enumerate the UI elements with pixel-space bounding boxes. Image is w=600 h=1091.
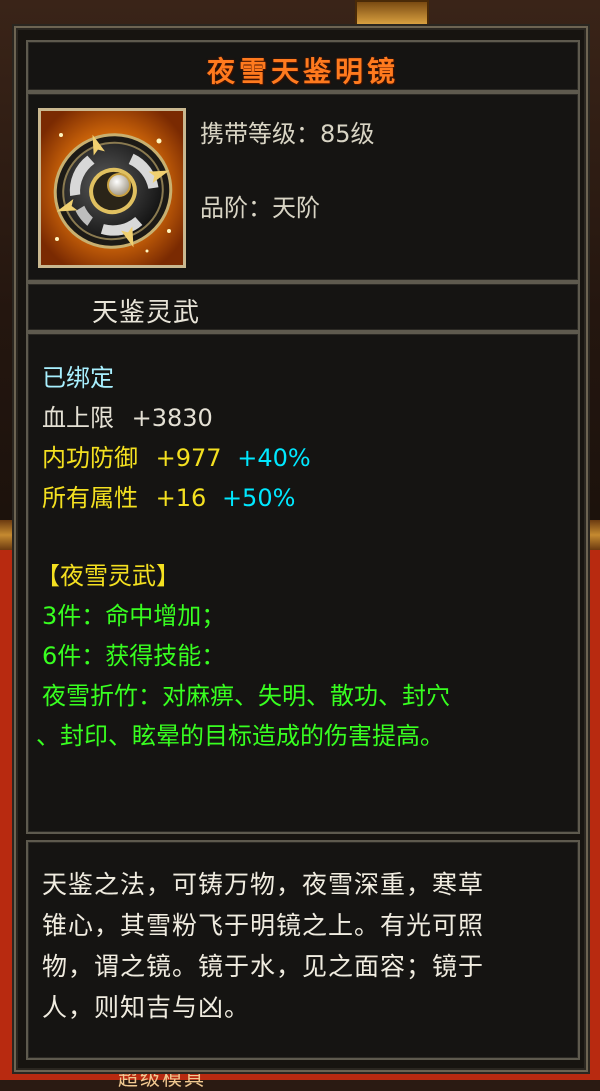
attr-hp: 血上限 +3830: [42, 398, 213, 433]
item-subtype-bar: 天鉴灵武: [26, 282, 580, 332]
set-name: 【夜雪灵武】: [36, 562, 180, 590]
item-tooltip: 夜雪天鉴明镜 携带等级：85级 品阶：天阶 天鉴灵武 已绑定 血上限 +3830…: [14, 26, 588, 1072]
description-line: 人，则知吉与凶。: [42, 993, 251, 1022]
item-attributes-section: 已绑定 血上限 +3830 内功防御 +977 +40% 所有属性 +16 +5…: [26, 332, 580, 834]
item-grade: 品阶：天阶: [200, 194, 320, 222]
item-info-section: 携带等级：85级 品阶：天阶: [26, 92, 580, 282]
top-frame-ornament: [355, 0, 429, 26]
item-description: 天鉴之法，可铸万物，夜雪深重，寒草 锥心，其雪粉飞于明镜之上。有光可照 物，谓之…: [42, 864, 572, 1028]
mirror-disc-icon: [41, 111, 183, 265]
set-skill-line-1: 夜雪折竹：对麻痹、失明、散功、封穴: [42, 682, 450, 710]
item-description-section: 天鉴之法，可铸万物，夜雪深重，寒草 锥心，其雪粉飞于明镜之上。有光可照 物，谓之…: [26, 840, 580, 1060]
item-icon-frame: [38, 108, 186, 268]
attr-def-bonus: +40%: [237, 444, 311, 472]
attr-hp-label: 血上限: [42, 404, 114, 432]
tooltip-title-bar: 夜雪天鉴明镜: [26, 40, 580, 92]
attr-all-value: +16: [155, 484, 207, 512]
description-line: 天鉴之法，可铸万物，夜雪深重，寒草: [42, 870, 485, 899]
attr-internal-defense: 内功防御 +977 +40%: [42, 438, 311, 473]
set-bonus-6: 6件：获得技能：: [42, 642, 226, 670]
attr-all-label: 所有属性: [42, 484, 138, 512]
attr-def-value: +977: [155, 444, 222, 472]
attr-hp-value: +3830: [131, 404, 213, 432]
item-subtype: 天鉴灵武: [92, 298, 201, 328]
item-carry-level: 携带等级：85级: [200, 120, 375, 148]
set-bonus-3: 3件：命中增加；: [42, 602, 226, 630]
set-skill-line-2: 、封印、眩晕的目标造成的伤害提高。: [36, 722, 444, 750]
description-line: 物，谓之镜。镜于水，见之面容；镜于: [42, 952, 485, 981]
attr-all-bonus: +50%: [221, 484, 296, 512]
bound-status: 已绑定: [42, 364, 114, 392]
attr-def-label: 内功防御: [42, 444, 138, 472]
description-line: 锥心，其雪粉飞于明镜之上。有光可照: [42, 911, 485, 940]
attr-all-stats: 所有属性 +16 +50%: [42, 478, 295, 513]
item-name: 夜雪天鉴明镜: [206, 55, 399, 88]
